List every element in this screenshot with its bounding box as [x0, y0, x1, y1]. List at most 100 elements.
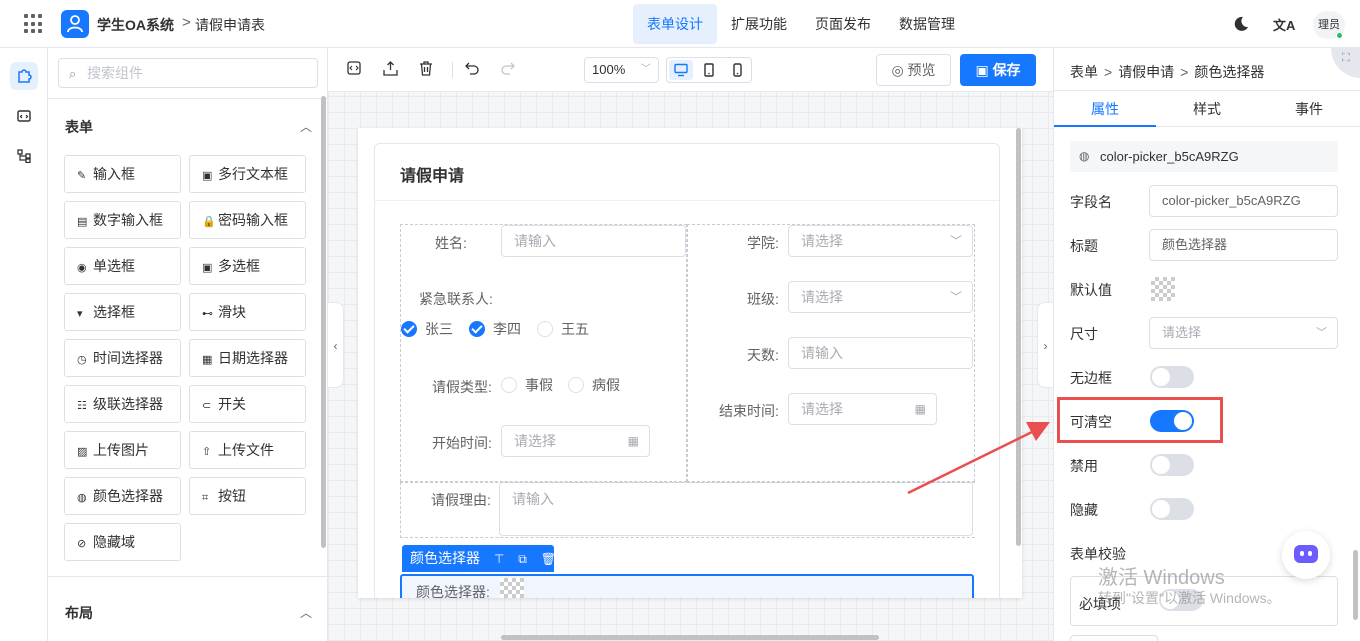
- textarea-icon: ▣: [202, 170, 213, 182]
- nav-form-design[interactable]: 表单设计: [633, 4, 717, 44]
- fullscreen-icon[interactable]: ⛶: [1331, 48, 1360, 78]
- contact-checkbox-zhangsan[interactable]: 张三: [401, 319, 453, 339]
- preview-button[interactable]: ◎ 预览: [876, 54, 951, 86]
- layout-group-title[interactable]: 布局: [65, 603, 93, 623]
- preview-icon: ◎: [891, 62, 904, 78]
- contact-checkbox-wangwu[interactable]: 王五: [537, 319, 589, 339]
- windows-activation-watermark-title: 激活 Windows: [1098, 567, 1225, 589]
- component-color-picker[interactable]: ◍ 颜色选择器: [64, 477, 181, 515]
- desktop-icon: [674, 63, 688, 77]
- nav-data-management[interactable]: 数据管理: [885, 4, 969, 44]
- robot-icon: [1294, 545, 1318, 563]
- selected-component-tag[interactable]: 颜色选择器 ⊤ ⧉ 🗑: [402, 545, 556, 573]
- breadcrumb-page-name[interactable]: 请假申请表: [195, 15, 265, 35]
- rail-components-button[interactable]: [10, 62, 38, 90]
- desktop-view-button[interactable]: [669, 60, 693, 80]
- top-bar: 学生OA系统 > 请假申请表 表单设计 扩展功能 页面发布 数据管理 文A 理员: [0, 0, 1360, 48]
- canvas-vertical-scrollbar[interactable]: [1016, 128, 1021, 546]
- component-slider[interactable]: ⊷ 滑块: [189, 293, 306, 331]
- contact-checkbox-lisi[interactable]: 李四: [469, 319, 521, 339]
- field-name-input[interactable]: color-picker_b5cA9RZG: [1149, 185, 1338, 217]
- disabled-switch[interactable]: [1150, 454, 1194, 476]
- nav-page-publish[interactable]: 页面发布: [801, 4, 885, 44]
- hidden-switch[interactable]: [1150, 498, 1194, 520]
- component-checkbox[interactable]: ▣ 多选框: [189, 247, 306, 285]
- component-upload-image[interactable]: ▨ 上传图片: [64, 431, 181, 469]
- group-divider: [48, 576, 327, 577]
- title-label: 标题: [1070, 238, 1098, 254]
- component-password-input[interactable]: 🔒 密码输入框: [189, 201, 306, 239]
- selected-color-picker-row[interactable]: 颜色选择器:: [400, 574, 974, 598]
- component-textarea[interactable]: ▣ 多行文本框: [189, 155, 306, 193]
- assistant-bot-button[interactable]: [1282, 531, 1330, 579]
- class-select[interactable]: 请选择 ﹀: [788, 281, 973, 313]
- code-view-icon[interactable]: [347, 61, 361, 75]
- leave-type-radio-sick[interactable]: 病假: [568, 375, 620, 395]
- component-select[interactable]: ▾ 选择框: [64, 293, 181, 331]
- component-switch[interactable]: ⊂ 开关: [189, 385, 306, 423]
- chevron-right-icon: ›: [1043, 339, 1048, 353]
- zoom-select[interactable]: 100% ﹀: [584, 57, 659, 83]
- chevron-down-icon: ﹀: [641, 64, 651, 75]
- switch-knob: [1152, 368, 1170, 386]
- color-swatch[interactable]: [500, 578, 524, 598]
- tablet-view-button[interactable]: [697, 60, 721, 80]
- tab-properties[interactable]: 属性: [1054, 91, 1156, 127]
- borderless-switch[interactable]: [1150, 366, 1194, 388]
- component-panel-scrollbar[interactable]: [321, 96, 326, 548]
- days-input[interactable]: 请输入: [788, 337, 973, 369]
- collapse-left-panel-button[interactable]: ‹: [328, 302, 344, 388]
- start-time-picker[interactable]: 请选择 ▦: [501, 425, 650, 457]
- component-radio[interactable]: ◉ 单选框: [64, 247, 181, 285]
- save-button[interactable]: ▣ 保存: [960, 54, 1036, 86]
- default-color-swatch[interactable]: [1151, 277, 1175, 301]
- tab-style[interactable]: 样式: [1156, 91, 1258, 127]
- end-time-picker[interactable]: 请选择 ▦: [788, 393, 937, 425]
- component-button[interactable]: ⌗ 按钮: [189, 477, 306, 515]
- component-input[interactable]: ✎ 输入框: [64, 155, 181, 193]
- apps-grid-icon[interactable]: [24, 14, 44, 34]
- chevron-up-icon[interactable]: ︿: [300, 604, 312, 621]
- move-up-icon[interactable]: ⊤: [494, 546, 504, 573]
- title-input[interactable]: 颜色选择器: [1149, 229, 1338, 261]
- nav-extensions[interactable]: 扩展功能: [717, 4, 801, 44]
- redo-icon[interactable]: [501, 61, 515, 75]
- component-cascader[interactable]: ☷ 级联选择器: [64, 385, 181, 423]
- chevron-up-icon[interactable]: ︿: [300, 118, 312, 135]
- size-select[interactable]: 请选择 ﹀: [1149, 317, 1338, 349]
- component-search[interactable]: ⌕: [58, 58, 318, 88]
- component-hidden-field[interactable]: ⊘ 隐藏域: [64, 523, 181, 561]
- toolbar-separator: [452, 62, 453, 78]
- name-input[interactable]: 请输入: [501, 225, 686, 257]
- component-date-picker[interactable]: ▦ 日期选择器: [189, 339, 306, 377]
- college-select[interactable]: 请选择 ﹀: [788, 225, 973, 257]
- palette-icon: ◍: [1079, 149, 1090, 163]
- rail-tree-button[interactable]: [10, 142, 38, 170]
- component-search-input[interactable]: [87, 63, 307, 83]
- canvas-horizontal-scrollbar[interactable]: [501, 635, 879, 640]
- trash-icon[interactable]: [419, 61, 433, 76]
- translate-icon[interactable]: 文A: [1273, 15, 1295, 34]
- collapse-right-panel-button[interactable]: ›: [1037, 302, 1053, 388]
- start-time-label: 开始时间:: [432, 435, 492, 451]
- windows-activation-watermark-text: 转到"设置"以激活 Windows。: [1098, 590, 1281, 606]
- property-panel-scrollbar[interactable]: [1353, 550, 1358, 620]
- component-number-input[interactable]: ▤ 数字输入框: [64, 201, 181, 239]
- import-icon[interactable]: [383, 61, 398, 76]
- tab-events[interactable]: 事件: [1258, 91, 1360, 127]
- breadcrumb-separator: >: [1104, 64, 1113, 80]
- mobile-view-button[interactable]: [725, 60, 749, 80]
- radio-icon: [501, 377, 517, 393]
- rail-code-button[interactable]: [10, 102, 38, 130]
- dark-mode-icon[interactable]: [1232, 15, 1250, 33]
- component-time-picker[interactable]: ◷ 时间选择器: [64, 339, 181, 377]
- next-field-box[interactable]: [1070, 635, 1158, 641]
- component-upload-file[interactable]: ⇧ 上传文件: [189, 431, 306, 469]
- form-card[interactable]: 请假申请 姓名: 请输入 紧急联系人: 张三 李四 王五 请假类型: 事假 病假…: [374, 143, 1000, 598]
- copy-icon[interactable]: ⧉: [518, 546, 527, 573]
- default-value-label: 默认值: [1070, 282, 1112, 298]
- undo-icon[interactable]: [465, 61, 479, 75]
- leave-type-radio-personal[interactable]: 事假: [501, 375, 553, 395]
- form-group-title[interactable]: 表单: [65, 117, 93, 137]
- delete-icon[interactable]: 🗑: [541, 546, 556, 573]
